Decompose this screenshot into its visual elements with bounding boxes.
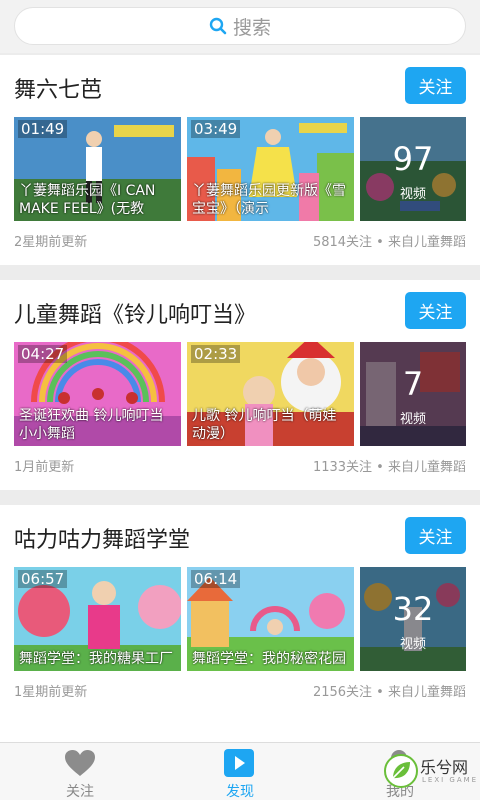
more-videos-label: 视频: [399, 412, 426, 427]
channel-title: 舞六七芭: [14, 78, 103, 103]
channel-card[interactable]: 儿童舞蹈《铃儿响叮当》 关注 04:27 圣诞狂欢曲 铃儿响叮当小小舞蹈 02:…: [0, 280, 480, 490]
tab-label: 关注: [66, 784, 94, 800]
video-caption: 儿歌 铃儿响叮当（萌娃动漫）: [192, 408, 337, 442]
more-videos-label: 视频: [399, 637, 426, 652]
more-videos-tile[interactable]: 7 视频: [360, 342, 466, 446]
video-duration: 04:27: [18, 345, 68, 363]
video-caption: 圣诞狂欢曲 铃儿响叮当小小舞蹈: [19, 408, 164, 442]
video-duration: 01:49: [18, 120, 68, 138]
search-placeholder: 搜索: [232, 16, 271, 39]
video-thumbnail[interactable]: 04:27 圣诞狂欢曲 铃儿响叮当小小舞蹈: [14, 342, 181, 446]
search-icon: [209, 17, 227, 35]
more-videos-count: 32: [392, 590, 434, 628]
video-thumbnail[interactable]: 06:14 舞蹈学堂：我的秘密花园: [187, 567, 354, 671]
video-thumbnail[interactable]: 03:49 丫萋舞蹈乐园更新版《雪宝宝》（演示: [187, 117, 354, 221]
more-videos-count: 7: [402, 365, 424, 403]
more-videos-tile[interactable]: 32 视频: [360, 567, 466, 671]
update-time: 1月前更新: [14, 460, 75, 475]
more-videos-tile[interactable]: 97 视频: [360, 117, 466, 221]
follow-button[interactable]: 关注: [405, 517, 466, 554]
more-videos-count: 97: [392, 140, 434, 178]
video-caption: 丫萋舞蹈乐园《I CAN MAKE FEEL》(无教: [19, 183, 156, 217]
channel-stats: 5814关注 • 来自儿童舞蹈: [312, 235, 466, 250]
channel-card[interactable]: 舞六七芭 关注 01:49 丫萋舞蹈乐园《I CAN MAKE FEEL》(无教…: [0, 55, 480, 265]
video-duration: 06:57: [18, 570, 68, 588]
video-caption: 舞蹈学堂：我的秘密花园: [192, 651, 346, 667]
more-videos-label: 视频: [399, 187, 426, 202]
search-input[interactable]: 搜索: [14, 7, 466, 45]
channel-stats: 1133关注 • 来自儿童舞蹈: [312, 460, 466, 475]
heart-icon: [65, 750, 95, 776]
update-time: 1星期前更新: [14, 685, 88, 700]
watermark-subtitle: LEXI GAME: [422, 776, 479, 784]
tab-discover[interactable]: 发现: [160, 743, 320, 800]
video-duration: 06:14: [191, 570, 241, 588]
channel-card-partial: [0, 714, 480, 744]
tab-label: 发现: [226, 784, 254, 800]
search-bar: 搜索: [0, 0, 480, 53]
channel-card[interactable]: 咕力咕力舞蹈学堂 关注 06:57 舞蹈学堂：我的糖果工厂 06:14 舞蹈学堂…: [0, 505, 480, 715]
video-duration: 03:49: [191, 120, 241, 138]
channel-title: 儿童舞蹈《铃儿响叮当》: [14, 303, 257, 328]
watermark-name: 乐兮网: [420, 758, 469, 777]
video-thumbnail[interactable]: 02:33 儿歌 铃儿响叮当（萌娃动漫）: [187, 342, 354, 446]
follow-button[interactable]: 关注: [405, 67, 466, 104]
leaf-logo-icon: [384, 754, 418, 788]
video-thumbnail[interactable]: 01:49 丫萋舞蹈乐园《I CAN MAKE FEEL》(无教: [14, 117, 181, 221]
tab-follow[interactable]: 关注: [0, 743, 160, 800]
watermark-logo: 乐兮网 LEXI GAME: [380, 748, 480, 798]
update-time: 2星期前更新: [14, 235, 88, 250]
video-thumbnail[interactable]: 06:57 舞蹈学堂：我的糖果工厂: [14, 567, 181, 671]
play-icon: [224, 749, 254, 777]
follow-button[interactable]: 关注: [405, 292, 466, 329]
channel-stats: 2156关注 • 来自儿童舞蹈: [312, 685, 466, 700]
video-caption: 丫萋舞蹈乐园更新版《雪宝宝》（演示: [192, 183, 346, 217]
video-caption: 舞蹈学堂：我的糖果工厂: [19, 651, 173, 667]
channel-title: 咕力咕力舞蹈学堂: [14, 528, 191, 553]
video-duration: 02:33: [191, 345, 241, 363]
